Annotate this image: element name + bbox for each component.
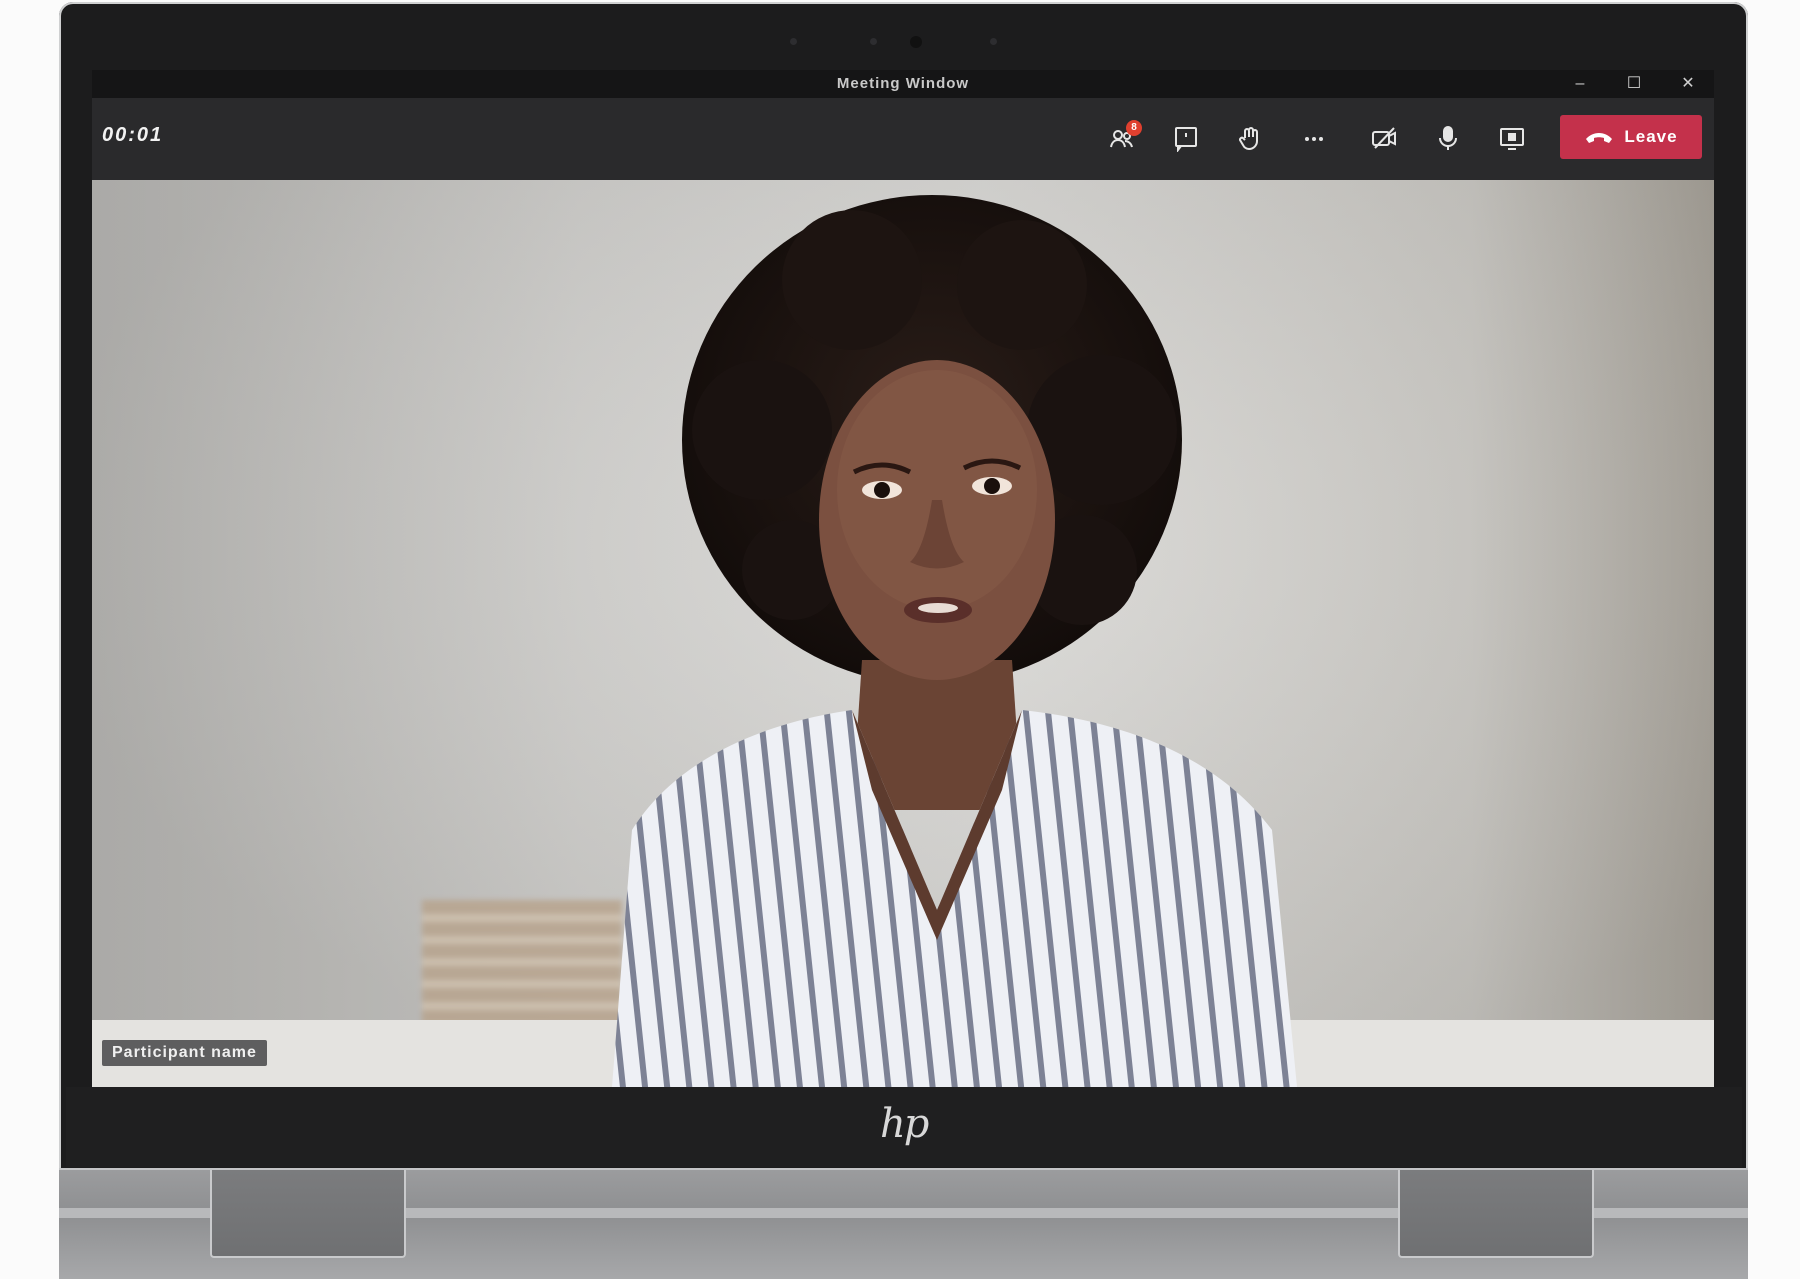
camera-icon [1372,127,1396,149]
video-feed: Participant name [92,180,1714,1087]
leave-label: Leave [1624,127,1678,146]
share-screen-icon [1500,128,1524,150]
right-hinge [1398,1170,1594,1258]
left-hinge [210,1170,406,1258]
camera-button[interactable] [1364,118,1404,158]
share-screen-button[interactable] [1492,118,1532,158]
more-options-button[interactable] [1294,118,1334,158]
leave-button[interactable]: Leave [1560,115,1702,159]
raise-hand-button[interactable] [1230,118,1270,158]
webcam [760,30,1020,54]
meeting-toolbar: 00:01 8 Leave [92,98,1714,180]
participants-button[interactable]: 8 [1102,118,1142,158]
close-button[interactable]: ✕ [1676,73,1700,95]
hp-logo: hp [880,1101,929,1147]
participants-badge: 8 [1126,120,1142,136]
more-options-icon [1305,137,1323,141]
meeting-timer: 00:01 [102,124,164,146]
minimize-button[interactable]: – [1568,73,1592,95]
microphone-icon [1439,126,1457,150]
chat-icon [1175,127,1197,152]
hang-up-icon [1586,133,1613,143]
participant-video-person [612,195,1297,1087]
maximize-button[interactable]: ☐ [1622,73,1646,95]
raise-hand-icon [1239,127,1258,151]
participant-name-tag: Participant name [102,1040,267,1066]
window-titlebar: Meeting Window – ☐ ✕ [92,70,1714,98]
chat-button[interactable] [1166,118,1206,158]
microphone-button[interactable] [1428,118,1468,158]
window-title: Meeting Window [836,75,970,92]
screen: Meeting Window – ☐ ✕ 00:01 8 Leave Parti… [92,70,1714,1087]
